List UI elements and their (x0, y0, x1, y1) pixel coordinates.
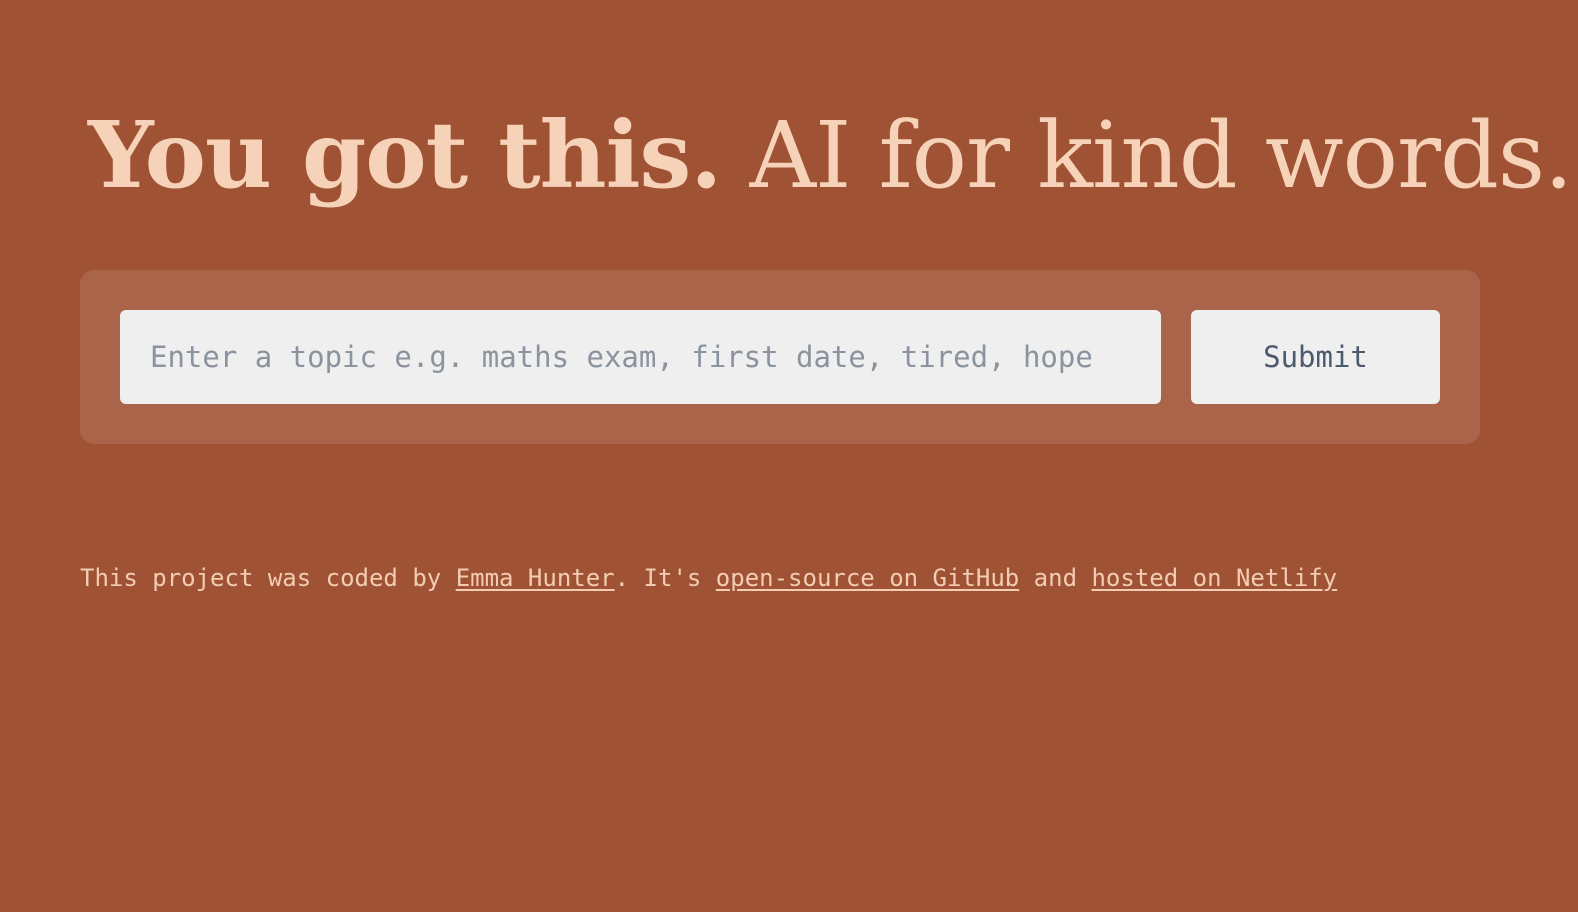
netlify-link[interactable]: hosted on Netlify (1091, 564, 1337, 592)
footer-text-credit: This project was coded by (80, 564, 456, 592)
submit-button[interactable]: Submit (1191, 310, 1440, 404)
topic-form: Submit (80, 270, 1480, 444)
topic-input[interactable] (120, 310, 1161, 404)
headline-emphasis: You got this. (88, 101, 722, 209)
footer-credits: This project was coded by Emma Hunter. I… (80, 562, 1337, 594)
headline-tagline: AI for kind words. (721, 102, 1574, 209)
footer-text-and: and (1019, 564, 1092, 592)
author-link[interactable]: Emma Hunter (456, 564, 615, 592)
github-link[interactable]: open-source on GitHub (716, 564, 1019, 592)
footer-text-open-source: . It's (614, 564, 716, 592)
page-headline: You got this. AI for kind words. (88, 96, 1574, 215)
